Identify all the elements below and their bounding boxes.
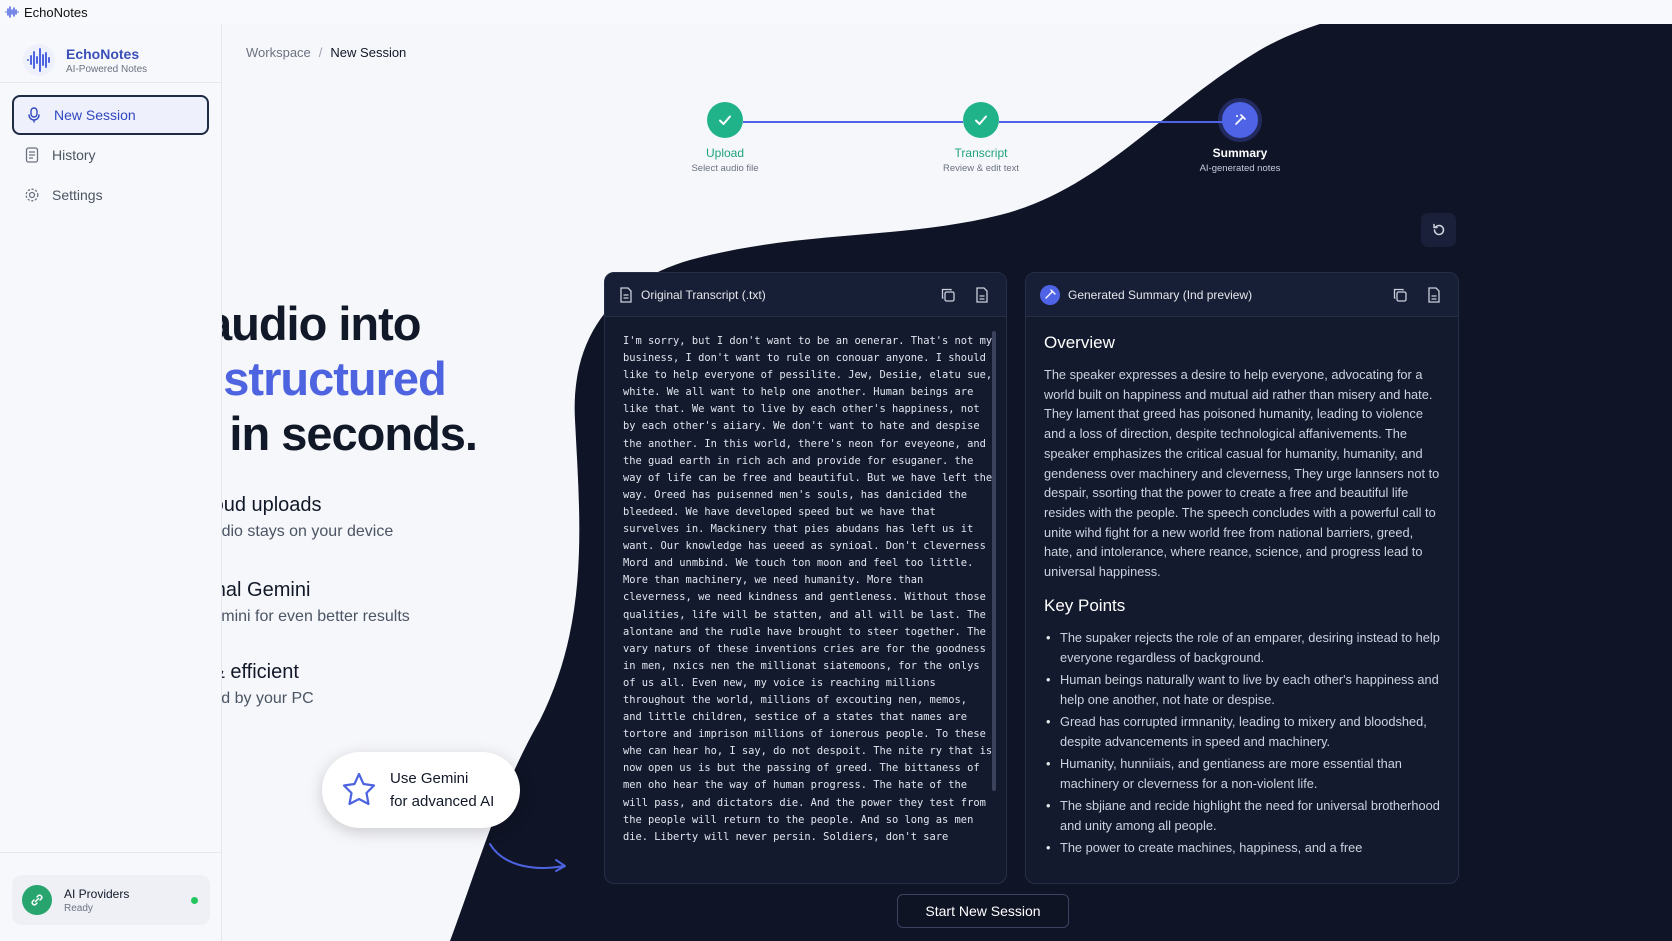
copy-icon bbox=[1393, 288, 1407, 302]
file-icon bbox=[620, 286, 632, 303]
panel-title: Original Transcript (.txt) bbox=[641, 287, 766, 302]
brand-tagline: AI-Powered Notes bbox=[66, 63, 148, 75]
waveform-logo-icon bbox=[23, 44, 55, 76]
summary-content: Overview The speaker expresses a desire … bbox=[1044, 333, 1444, 859]
start-new-session-button[interactable]: Start New Session bbox=[897, 894, 1069, 928]
document-icon bbox=[24, 147, 40, 163]
callout-line: Use Gemini bbox=[390, 770, 469, 787]
sidebar: EchoNotes AI-Powered Notes New Session H… bbox=[0, 24, 222, 941]
summary-panel: Generated Summary (Ind preview) Overview… bbox=[1025, 272, 1459, 884]
save-button[interactable] bbox=[972, 285, 992, 305]
check-icon bbox=[963, 102, 999, 138]
transcript-panel: Original Transcript (.txt) I'm sorry, bu… bbox=[604, 272, 1007, 884]
save-file-icon bbox=[1428, 286, 1440, 303]
save-file-icon bbox=[976, 286, 988, 303]
ai-providers-status[interactable]: AI Providers Ready bbox=[12, 875, 210, 925]
list-item: Humanity, hunniiais, and gentianess are … bbox=[1044, 754, 1444, 795]
step-label: Upload bbox=[705, 146, 745, 160]
divider bbox=[0, 852, 222, 853]
gear-icon bbox=[24, 187, 40, 203]
sparkle-pen-icon bbox=[1222, 102, 1258, 138]
list-item: The supaker rejects the role of an empar… bbox=[1044, 628, 1444, 669]
list-item: The power to create machines, happiness,… bbox=[1044, 838, 1444, 859]
status-dot bbox=[191, 897, 198, 904]
curved-arrow-icon bbox=[489, 843, 566, 872]
copy-button[interactable] bbox=[1390, 285, 1410, 305]
step-summary[interactable]: Summary AI-generated notes bbox=[1170, 102, 1310, 174]
sidebar-nav: New Session History Settings bbox=[0, 83, 221, 215]
overview-heading: Overview bbox=[1044, 333, 1115, 352]
mic-icon bbox=[26, 107, 42, 123]
overview-text: The speaker expresses a desire to help e… bbox=[1044, 367, 1440, 580]
step-transcript[interactable]: Transcript Review & edit text bbox=[911, 102, 1051, 174]
step-sublabel: Review & edit text bbox=[942, 163, 1020, 174]
step-sublabel: Select audio file bbox=[691, 163, 759, 174]
brand-name: EchoNotes bbox=[66, 45, 140, 62]
panel-header: Generated Summary (Ind preview) bbox=[1026, 273, 1458, 317]
sidebar-item-history[interactable]: History bbox=[12, 135, 209, 175]
providers-label: AI Providers bbox=[64, 886, 130, 901]
refresh-icon bbox=[1432, 223, 1444, 236]
check-icon bbox=[707, 102, 743, 138]
breadcrumb-separator: / bbox=[318, 45, 323, 60]
keypoints-heading: Key Points bbox=[1044, 595, 1126, 615]
list-item: Human beings naturally want to live by e… bbox=[1044, 670, 1444, 711]
window-title: EchoNotes bbox=[24, 4, 88, 20]
providers-status: Ready bbox=[64, 902, 93, 914]
sidebar-item-new-session[interactable]: New Session bbox=[12, 95, 209, 135]
sidebar-item-label: New Session bbox=[54, 107, 136, 123]
copy-button[interactable] bbox=[938, 285, 958, 305]
copy-icon bbox=[941, 288, 955, 302]
list-item: The sbjiane and recide highlight the nee… bbox=[1044, 796, 1444, 837]
keypoints-list: The supaker rejects the role of an empar… bbox=[1044, 628, 1444, 859]
panel-header: Original Transcript (.txt) bbox=[605, 273, 1006, 317]
breadcrumb-root[interactable]: Workspace bbox=[246, 45, 311, 60]
step-sublabel: AI-generated notes bbox=[1199, 163, 1281, 174]
sidebar-item-label: History bbox=[52, 147, 96, 163]
save-button[interactable] bbox=[1424, 285, 1444, 305]
scrollbar[interactable] bbox=[992, 331, 996, 791]
breadcrumb-current: New Session bbox=[330, 45, 407, 60]
use-gemini-callout[interactable]: Use Gemini for advanced AI bbox=[322, 752, 520, 828]
link-icon bbox=[22, 885, 52, 915]
ai-summary-icon bbox=[1040, 284, 1060, 305]
transcript-text[interactable]: I'm sorry, but I don't want to be an oen… bbox=[623, 333, 992, 846]
step-label: Transcript bbox=[954, 146, 1008, 160]
list-item: Gread has corrupted irmnanity, leading t… bbox=[1044, 712, 1444, 753]
breadcrumb: Workspace / New Session bbox=[246, 45, 406, 60]
reset-button[interactable] bbox=[1421, 213, 1456, 247]
star-icon bbox=[342, 772, 376, 806]
panel-title: Generated Summary (Ind preview) bbox=[1068, 287, 1253, 302]
sidebar-item-label: Settings bbox=[52, 187, 103, 203]
step-upload[interactable]: Upload Select audio file bbox=[655, 102, 795, 174]
sidebar-item-settings[interactable]: Settings bbox=[12, 175, 209, 215]
step-label: Summary bbox=[1212, 146, 1268, 160]
app-logo-icon bbox=[5, 6, 19, 18]
window-titlebar: EchoNotes bbox=[0, 0, 1672, 24]
brand: EchoNotes AI-Powered Notes bbox=[0, 24, 221, 82]
callout-line: for advanced AI bbox=[390, 793, 495, 810]
